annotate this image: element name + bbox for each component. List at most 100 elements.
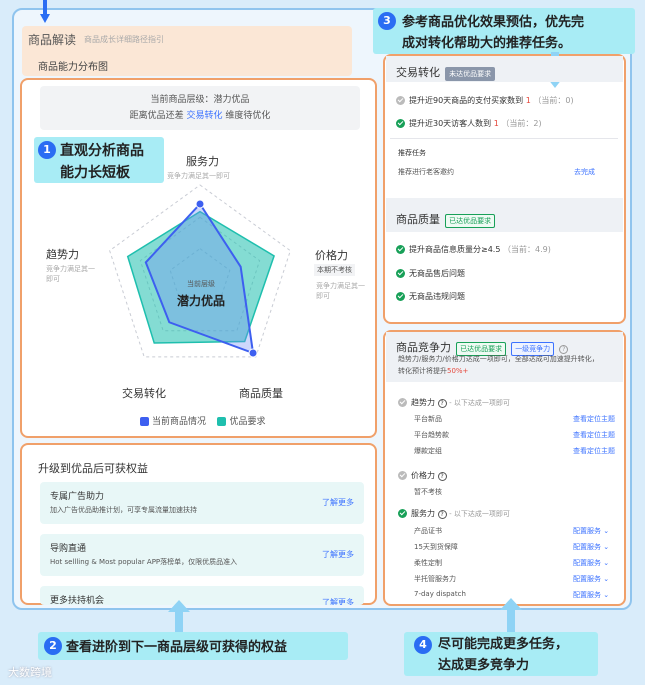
- page-title: 商品解读: [28, 33, 77, 47]
- trend-row-link[interactable]: 查看定位主题: [573, 446, 615, 456]
- callout-3-line2: 成对转化帮助大的推荐任务。: [402, 36, 572, 51]
- help-icon[interactable]: ?: [437, 472, 447, 481]
- callout-3-number: 3: [378, 12, 396, 30]
- service-row-link[interactable]: 配置服务 ⌄: [573, 558, 609, 568]
- benefit-title: 导购直通: [50, 544, 87, 554]
- check-icon: [398, 509, 407, 518]
- callout-1-number: 1: [38, 141, 56, 159]
- service-row-link[interactable]: 配置服务 ⌄: [573, 590, 609, 600]
- benefit-learn-more[interactable]: 了解更多: [322, 497, 354, 508]
- arrow-up-icon: [168, 600, 190, 634]
- benefit-title: 更多扶持机会: [50, 596, 105, 605]
- legend-required: 优品要求: [229, 417, 266, 427]
- transaction-title-row: 交易转化 未达优品要求: [396, 61, 496, 81]
- quality-status-badge: 已达优品要求: [445, 214, 496, 228]
- callout-4-line2: 达成更多竞争力: [438, 658, 530, 673]
- benefit-learn-more[interactable]: 了解更多: [322, 549, 354, 560]
- task-item: 提升近30天访客人数到 1 （当前：2): [396, 118, 542, 129]
- quality-title: 商品质量: [396, 213, 440, 226]
- chevron-down-icon: ⌄: [603, 575, 610, 583]
- tier-prefix: 当前商品层级：: [150, 95, 214, 105]
- price-title: 价格力: [411, 471, 435, 480]
- service-row-link[interactable]: 配置服务 ⌄: [573, 574, 609, 584]
- trend-row-label: 平台新品: [414, 415, 442, 423]
- help-icon[interactable]: ?: [437, 510, 447, 519]
- benefit-card: 更多扶持机会 了解更多: [40, 586, 364, 605]
- page-subtitle: 商品成长详细路径指引: [84, 35, 164, 44]
- tier-current: 当前商品层级：潜力优品: [40, 92, 360, 105]
- price-note: 暂不考核: [414, 488, 442, 496]
- service-note: - 以下达成一项即可: [449, 510, 510, 518]
- desc-value: 50%+: [447, 367, 469, 375]
- axis-price-sub: 本期不考核: [314, 264, 355, 276]
- price-title-row: 价格力 ?: [398, 470, 447, 481]
- help-icon[interactable]: ?: [559, 345, 569, 354]
- legend-current: 当前商品情况: [152, 417, 207, 427]
- chevron-down-icon: ⌄: [603, 559, 610, 567]
- competitiveness-desc-line2: 转化预计将提升50%+: [398, 366, 468, 376]
- trend-row-label: 平台趋势款: [414, 431, 449, 439]
- service-link-text: 配置服务: [573, 527, 601, 535]
- axis-quality-name: 商品质量: [239, 387, 283, 400]
- check-icon: [398, 471, 407, 480]
- task-current: （当前：4.9): [502, 245, 551, 254]
- benefit-card: 导购直通 Hot sellling & Most popular APP落榜单，…: [40, 534, 364, 576]
- task-item: 无商品售后问题: [396, 268, 465, 279]
- tier-value: 潜力优品: [213, 95, 250, 105]
- transaction-title: 交易转化: [396, 66, 440, 79]
- trend-title: 趋势力: [411, 398, 435, 407]
- trend-row-label: 爆款定组: [414, 447, 442, 455]
- callout-4-line1: 尽可能完成更多任务，: [438, 637, 569, 652]
- service-link-text: 配置服务: [573, 543, 601, 551]
- chevron-down-icon: ⌄: [603, 591, 610, 599]
- trend-row-link[interactable]: 查看定位主题: [573, 430, 615, 440]
- task-target: 1: [525, 96, 531, 105]
- task-text: 提升商品信息质量分≥4.5: [409, 245, 501, 254]
- recommend-go-button[interactable]: 去完成: [574, 167, 595, 177]
- task-text: 无商品售后问题: [409, 269, 465, 278]
- check-icon: [396, 96, 405, 105]
- task-item: 提升近90天商品的支付买家数到 1 （当前：0): [396, 95, 574, 106]
- tier-gap-link[interactable]: 交易转化: [186, 111, 222, 121]
- radar-point: [195, 199, 205, 209]
- task-text: 提升近90天商品的支付买家数到: [409, 96, 524, 105]
- transaction-status-badge: 未达优品要求: [445, 67, 496, 81]
- arrow-down-icon: [40, 0, 50, 23]
- benefit-desc: Hot sellling & Most popular APP落榜单，仅限优质品…: [50, 558, 238, 566]
- radar-center-value: 潜力优品: [176, 294, 225, 308]
- callout-2-number: 2: [44, 637, 62, 655]
- help-icon[interactable]: ?: [437, 399, 447, 408]
- chevron-down-icon: ⌄: [603, 543, 610, 551]
- trend-row-link[interactable]: 查看定位主题: [573, 414, 615, 424]
- distribution-label: 商品能力分布图: [38, 62, 108, 73]
- trend-title-row: 趋势力 ? - 以下达成一项即可: [398, 397, 510, 408]
- arrow-up-icon: [500, 598, 522, 632]
- benefit-desc: 加入广告优品助推计划，可享专属流量加速扶持: [50, 506, 197, 514]
- competitiveness-title: 商品竞争力: [396, 341, 451, 354]
- recommend-item: 推荐进行老客邀约: [398, 168, 454, 176]
- service-row-label: 15天到货保障: [414, 543, 458, 551]
- benefit-card: 专属广告助力 加入广告优品助推计划，可享专属流量加速扶持 了解更多: [40, 482, 364, 524]
- service-row-link[interactable]: 配置服务 ⌄: [573, 526, 609, 536]
- service-row-link[interactable]: 配置服务 ⌄: [573, 542, 609, 552]
- task-text: 提升近30天访客人数到: [409, 119, 492, 128]
- axis-service: 服务力: [186, 153, 219, 169]
- check-icon: [398, 398, 407, 407]
- competitiveness-title-row: 商品竞争力 已达优品要求 一级竞争力 ?: [396, 336, 569, 356]
- service-title: 服务力: [411, 509, 435, 518]
- service-row-label: 柔性定制: [414, 559, 442, 567]
- check-icon: [396, 245, 405, 254]
- radar-center-label: 当前层级: [187, 280, 215, 288]
- task-item: 无商品违规问题: [396, 291, 465, 302]
- service-link-text: 配置服务: [573, 575, 601, 583]
- chevron-down-icon: ⌄: [603, 527, 610, 535]
- quality-title-row: 商品质量 已达优品要求: [396, 208, 496, 228]
- check-icon: [396, 269, 405, 278]
- desc-prefix: 转化预计将提升: [398, 367, 447, 375]
- callout-2-text: 查看进阶到下一商品层级可获得的权益: [66, 640, 288, 655]
- task-target: 1: [493, 119, 499, 128]
- benefit-learn-more[interactable]: 了解更多: [322, 597, 354, 605]
- tier-gap: 距离优品还差 交易转化 维度待优化: [40, 108, 360, 121]
- axis-price: 价格力: [315, 247, 348, 263]
- check-icon: [396, 292, 405, 301]
